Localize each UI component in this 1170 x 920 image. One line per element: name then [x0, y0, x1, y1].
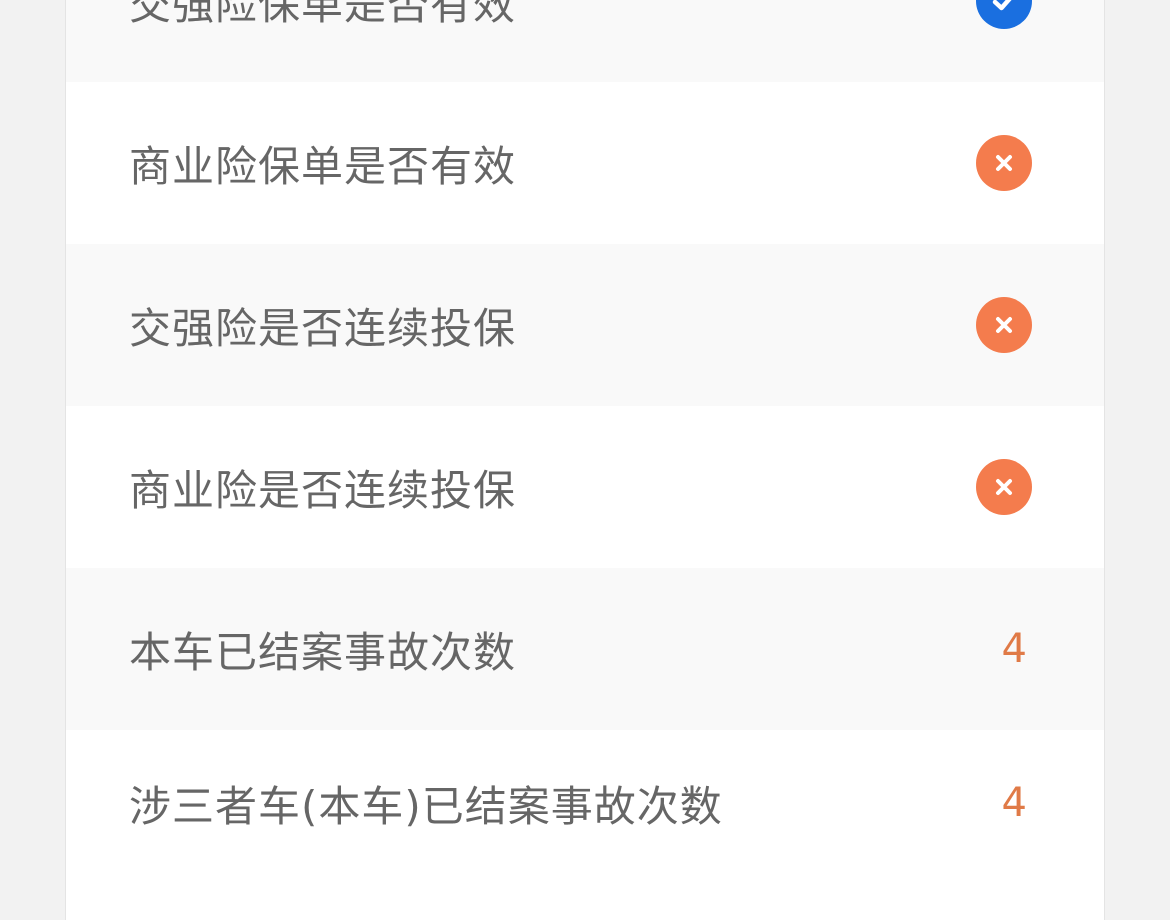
row-label: 涉三者车(本车)已结案事故次数	[129, 781, 723, 831]
list-item-compulsory-continuous: 交强险是否连续投保	[66, 244, 1104, 406]
check-circle-icon	[976, 0, 1032, 29]
x-circle-icon	[976, 459, 1032, 515]
row-label: 商业险保单是否有效	[129, 141, 517, 191]
row-label: 交强险是否连续投保	[129, 303, 517, 353]
vehicle-insurance-report-card: 交强险保单是否有效 商业险保单是否有效 交强险是否连续投保 商业险是否连续投保 …	[65, 0, 1105, 920]
list-item-commercial-valid: 商业险保单是否有效	[66, 82, 1104, 244]
row-label: 本车已结案事故次数	[129, 627, 517, 677]
x-circle-icon	[976, 297, 1032, 353]
x-circle-icon	[976, 135, 1032, 191]
list-item-commercial-continuous: 商业险是否连续投保	[66, 406, 1104, 568]
row-label: 商业险是否连续投保	[129, 465, 517, 515]
accident-count: 4	[1001, 780, 1027, 826]
list-item-compulsory-valid: 交强险保单是否有效	[66, 0, 1104, 82]
list-item-own-accidents: 本车已结案事故次数 4	[66, 568, 1104, 730]
list-item-third-party-accidents: 涉三者车(本车)已结案事故次数 4	[66, 722, 1104, 884]
row-label: 交强险保单是否有效	[129, 0, 517, 29]
accident-count: 4	[1001, 626, 1027, 672]
